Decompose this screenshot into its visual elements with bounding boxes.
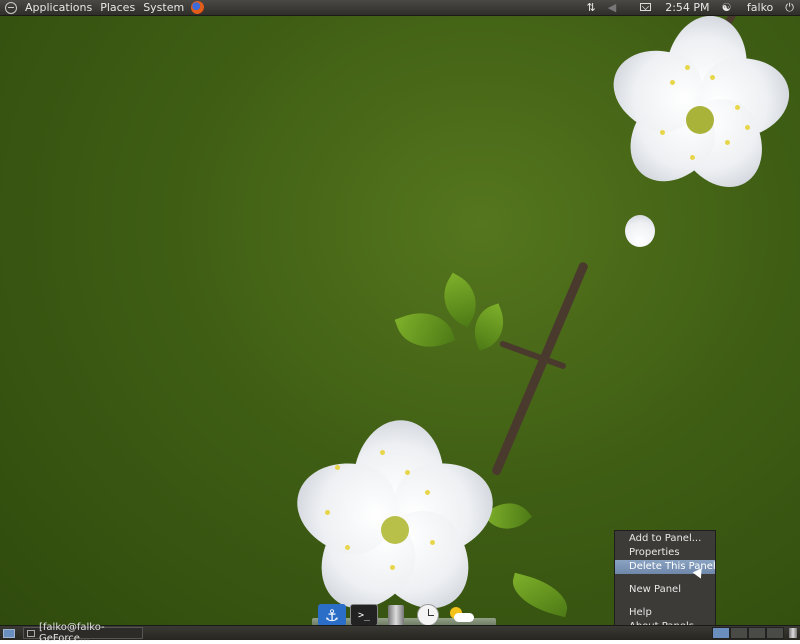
terminal-icon[interactable]: >_: [350, 604, 378, 626]
leaf: [394, 302, 456, 358]
bottom-panel: [falko@falko-GeForce...: [0, 622, 800, 644]
trash-icon[interactable]: [382, 604, 410, 626]
workspace-switcher: [712, 627, 784, 639]
speaker-icon[interactable]: ◀: [608, 0, 616, 15]
clock-time[interactable]: 2:54 PM: [665, 0, 709, 15]
menu-places[interactable]: Places: [96, 0, 139, 15]
menu-item-add-to-panel[interactable]: Add to Panel...: [615, 532, 715, 546]
branch-twig: [498, 340, 567, 370]
window-icon: [27, 629, 35, 637]
menu-item-new-panel[interactable]: New Panel: [615, 583, 715, 597]
trash-applet-icon[interactable]: [789, 628, 797, 638]
user-menu[interactable]: ☯ falko: [722, 0, 774, 15]
menu-item-help[interactable]: Help: [615, 606, 715, 620]
network-arrows-icon[interactable]: ⇅: [587, 0, 596, 15]
leaf: [507, 572, 573, 618]
menu-separator: [615, 597, 715, 606]
flower-bud: [625, 215, 655, 247]
top-panel: Applications Places System ⇅ ◀ 2:54 PM ☯…: [0, 0, 800, 15]
ubuntu-logo-icon[interactable]: [5, 1, 17, 14]
workspace-4[interactable]: [766, 627, 784, 639]
menu-item-properties[interactable]: Properties: [615, 546, 715, 560]
power-icon[interactable]: ⏻: [785, 0, 794, 15]
main-menu: Applications Places System: [0, 0, 205, 15]
taskbar-window-button[interactable]: [falko@falko-GeForce...: [23, 622, 143, 644]
system-tray: ⇅ ◀ 2:54 PM ☯ falko ⏻: [575, 0, 800, 15]
weather-icon[interactable]: [446, 604, 474, 626]
panel-context-menu: Add to Panel... Properties Delete This P…: [614, 530, 716, 632]
workspace-1[interactable]: [712, 627, 730, 639]
dock: ⚓ >_: [318, 604, 488, 626]
anchor-icon[interactable]: ⚓: [318, 604, 346, 626]
show-desktop-icon[interactable]: [3, 628, 15, 638]
workspace-2[interactable]: [730, 627, 748, 639]
mail-icon[interactable]: [628, 0, 652, 15]
firefox-icon[interactable]: [191, 1, 205, 14]
clock-icon[interactable]: [414, 604, 442, 626]
menu-applications[interactable]: Applications: [21, 0, 96, 15]
menu-system[interactable]: System: [139, 0, 188, 15]
taskbar-window-title: [falko@falko-GeForce...: [39, 622, 105, 644]
user-name: falko: [746, 1, 774, 14]
workspace-3[interactable]: [748, 627, 766, 639]
branch: [490, 261, 590, 477]
